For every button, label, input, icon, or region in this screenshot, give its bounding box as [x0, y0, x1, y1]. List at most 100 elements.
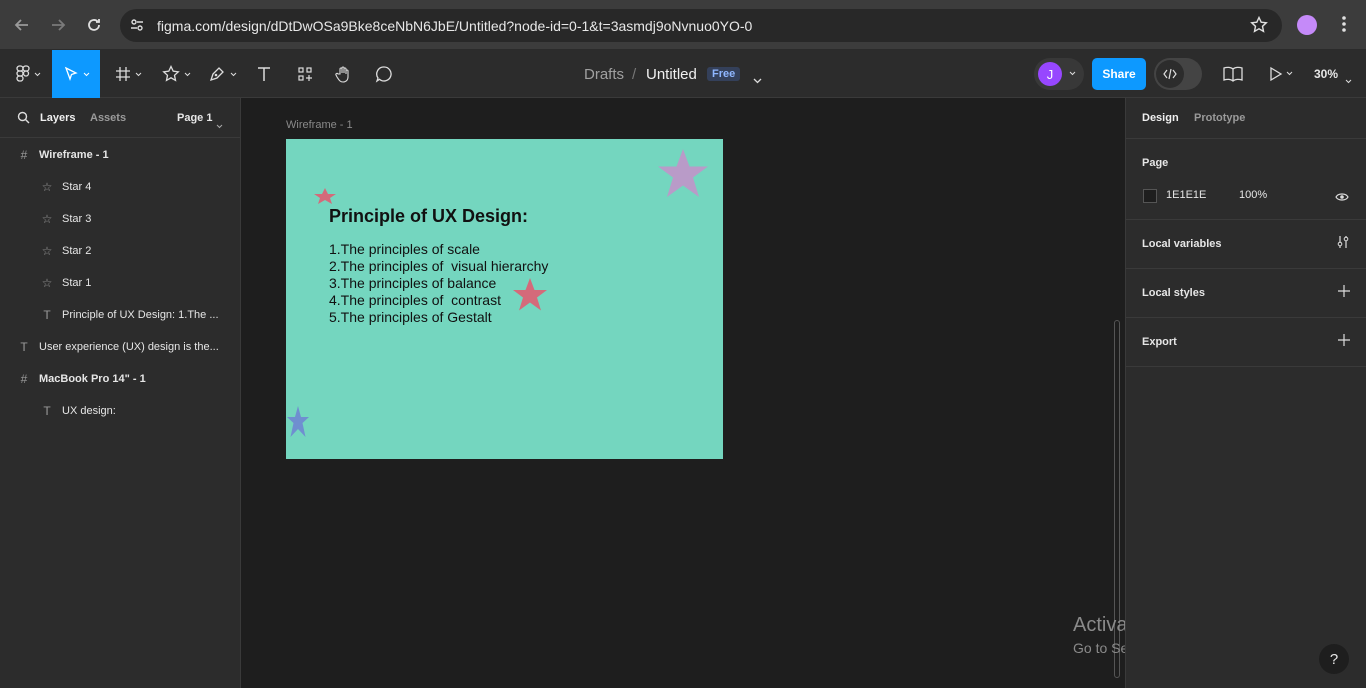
layer-label: Star 1: [62, 277, 92, 289]
layer-label: MacBook Pro 14" - 1: [39, 373, 146, 385]
tab-design[interactable]: Design: [1142, 112, 1179, 124]
layer-row[interactable]: # MacBook Pro 14" - 1: [0, 363, 240, 395]
zoom-chevron-icon[interactable]: [1345, 71, 1352, 89]
layer-row[interactable]: ☆ Star 4: [0, 171, 240, 203]
back-icon[interactable]: [10, 13, 34, 37]
star-blue[interactable]: [286, 405, 310, 439]
star-red-small[interactable]: [311, 187, 339, 205]
export-title: Export: [1142, 336, 1177, 348]
eye-icon[interactable]: [1335, 189, 1349, 207]
layer-row[interactable]: ☆ Star 3: [0, 203, 240, 235]
tab-layers[interactable]: Layers: [40, 112, 75, 124]
layer-row[interactable]: ☆ Star 2: [0, 235, 240, 267]
plan-badge: Free: [707, 67, 741, 81]
tab-assets[interactable]: Assets: [90, 112, 126, 124]
text-icon: T: [43, 404, 51, 418]
text-tool-button[interactable]: [250, 50, 278, 98]
page-opacity-value[interactable]: 100%: [1239, 189, 1267, 201]
resources-button[interactable]: [290, 50, 320, 98]
shape-tool-button[interactable]: [156, 50, 196, 98]
local-variables-title: Local variables: [1142, 238, 1222, 250]
code-icon: [1156, 60, 1184, 88]
properties-panel: Design Prototype Page 1E1E1E 100% Local …: [1125, 98, 1366, 688]
address-bar[interactable]: figma.com/design/dDtDwOSa9Bke8ceNbN6JbE/…: [120, 9, 1282, 42]
hand-icon: [335, 66, 349, 83]
page-color-value[interactable]: 1E1E1E: [1166, 189, 1206, 201]
layer-row[interactable]: # Wireframe - 1: [0, 139, 240, 171]
tab-prototype[interactable]: Prototype: [1194, 112, 1245, 124]
local-styles-title: Local styles: [1142, 287, 1205, 299]
move-tool-button[interactable]: [52, 50, 100, 98]
reload-icon[interactable]: [82, 13, 106, 37]
star-icon: ☆: [41, 212, 53, 226]
user-avatar[interactable]: J: [1038, 62, 1062, 86]
file-name[interactable]: Untitled: [646, 66, 697, 83]
design-canvas[interactable]: Wireframe - 1 Principle of UX Design: 1.…: [241, 98, 1294, 688]
share-button[interactable]: Share: [1092, 58, 1146, 90]
main-menu-button[interactable]: [8, 50, 48, 98]
library-book-icon[interactable]: [1223, 66, 1243, 87]
chevron-down-icon[interactable]: [216, 116, 223, 134]
layer-row[interactable]: ☆ Star 1: [0, 267, 240, 299]
sliders-icon[interactable]: [1336, 235, 1350, 254]
text-icon: T: [43, 308, 51, 322]
principle-line: 1.The principles of scale: [329, 241, 480, 257]
layer-row[interactable]: T Principle of UX Design: 1.The ...: [0, 299, 240, 331]
page-color-swatch[interactable]: [1143, 189, 1157, 203]
wireframe-frame[interactable]: Principle of UX Design: 1.The principles…: [286, 139, 723, 459]
chevron-down-icon: [135, 72, 141, 76]
layer-label: User experience (UX) design is the...: [39, 341, 219, 353]
plus-icon[interactable]: [1338, 333, 1350, 351]
star-icon: ☆: [41, 180, 53, 194]
principle-line: 3.The principles of balance: [329, 275, 497, 291]
zoom-level[interactable]: 30%: [1314, 67, 1338, 81]
breadcrumb-drafts[interactable]: Drafts: [584, 66, 624, 83]
cursor-icon: [64, 66, 78, 81]
local-variables-section[interactable]: Local variables: [1126, 220, 1366, 269]
layer-label: Principle of UX Design: 1.The ...: [62, 309, 219, 321]
principles-list[interactable]: 1.The principles of scale 2.The principl…: [329, 241, 548, 326]
chevron-down-icon: [83, 72, 89, 76]
principle-line: 5.The principles of Gestalt: [329, 309, 492, 325]
chevron-down-icon: [34, 72, 40, 76]
plus-icon[interactable]: [1338, 284, 1350, 302]
principle-line: 4.The principles of contrast: [329, 292, 501, 308]
file-menu-chevron-icon[interactable]: [753, 71, 762, 89]
hand-tool-button[interactable]: [330, 50, 358, 98]
star-icon: ☆: [41, 276, 53, 290]
url-text[interactable]: figma.com/design/dDtDwOSa9Bke8ceNbN6JbE/…: [157, 18, 752, 34]
bookmark-star-icon[interactable]: [1250, 15, 1268, 39]
help-button[interactable]: ?: [1319, 644, 1349, 674]
profile-avatar-icon[interactable]: [1297, 15, 1317, 35]
chevron-down-icon: [184, 72, 190, 76]
present-play-icon[interactable]: [1268, 66, 1294, 87]
local-styles-section[interactable]: Local styles: [1126, 269, 1366, 318]
export-section[interactable]: Export: [1126, 318, 1366, 367]
frame-tool-button[interactable]: [108, 50, 148, 98]
star-icon: ☆: [41, 244, 53, 258]
layer-row[interactable]: T User experience (UX) design is the...: [0, 331, 240, 363]
forward-icon[interactable]: [46, 13, 70, 37]
dev-mode-toggle[interactable]: [1154, 58, 1202, 90]
frame-icon: [115, 67, 130, 81]
chevron-down-icon: [1069, 71, 1076, 76]
site-settings-icon[interactable]: [129, 17, 145, 38]
frame-label[interactable]: Wireframe - 1: [286, 119, 353, 131]
layer-row[interactable]: T UX design:: [0, 395, 240, 427]
pen-tool-button[interactable]: [202, 50, 242, 98]
comment-tool-button[interactable]: [370, 50, 398, 98]
text-icon: [258, 67, 270, 81]
page-section-title: Page: [1142, 157, 1169, 169]
frame-icon: #: [20, 148, 28, 162]
star-purple[interactable]: [656, 147, 710, 201]
breadcrumb-separator: /: [632, 66, 637, 83]
layer-label: Wireframe - 1: [39, 149, 109, 161]
page-selector[interactable]: Page 1: [177, 112, 212, 124]
page-section: Page 1E1E1E 100%: [1126, 139, 1366, 220]
search-icon[interactable]: [17, 111, 30, 129]
frame-heading[interactable]: Principle of UX Design:: [329, 206, 528, 227]
properties-tabs: Design Prototype: [1126, 98, 1366, 139]
browser-menu-icon[interactable]: [1334, 14, 1354, 39]
layers-panel: Layers Assets Page 1 # Wireframe - 1 ☆ S…: [0, 98, 241, 688]
layer-label: Star 3: [62, 213, 92, 225]
